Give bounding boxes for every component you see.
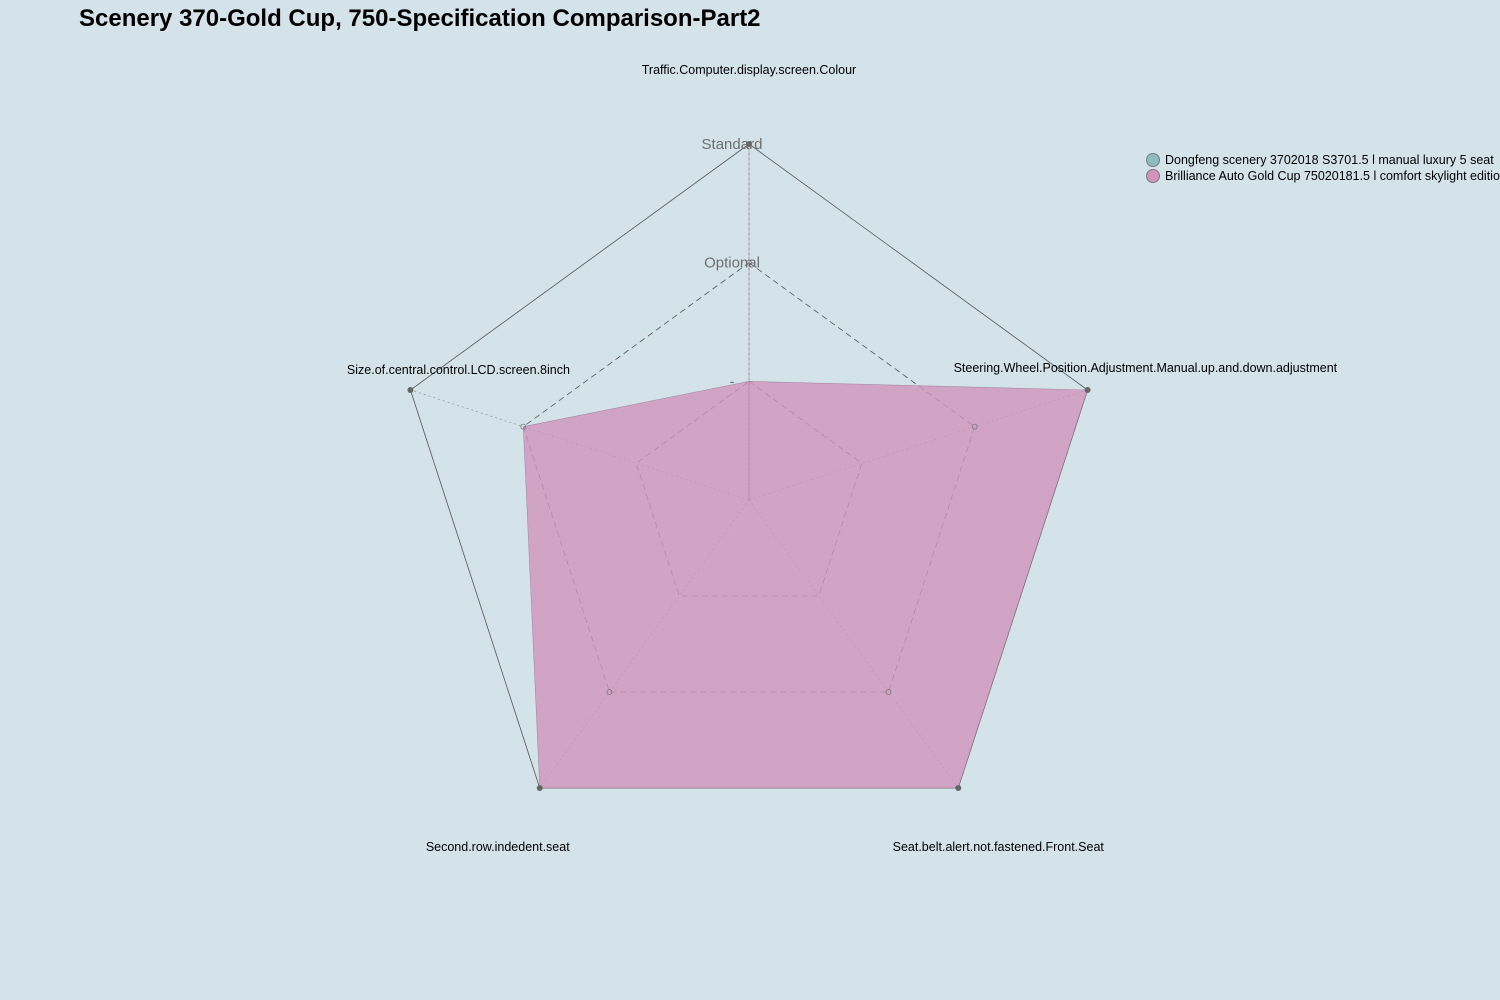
axis-label: Size.of.central.control.LCD.screen.8inch (347, 363, 570, 377)
legend-item: Brilliance Auto Gold Cup 75020181.5 l co… (1146, 168, 1500, 184)
level-label: Standard (702, 136, 763, 153)
legend-label: Dongfeng scenery 3702018 S3701.5 l manua… (1165, 153, 1494, 167)
vertex-marker-outer (536, 785, 543, 792)
legend-label: Brilliance Auto Gold Cup 75020181.5 l co… (1165, 169, 1500, 183)
axis-label: Steering.Wheel.Position.Adjustment.Manua… (954, 361, 1338, 375)
axis-label: Traffic.Computer.display.screen.Colour (642, 63, 856, 77)
legend-item: Dongfeng scenery 3702018 S3701.5 l manua… (1146, 152, 1500, 168)
level-label: Optional (704, 255, 760, 272)
vertex-marker-outer (1084, 386, 1091, 393)
series-area-2 (523, 381, 1088, 789)
legend-swatch-series-1 (1146, 153, 1160, 167)
vertex-marker-outer (955, 785, 962, 792)
axis-label: Second.row.indedent.seat (426, 840, 570, 854)
legend-swatch-series-2 (1146, 169, 1160, 183)
axis-label: Seat.belt.alert.not.fastened.Front.Seat (893, 840, 1105, 854)
radar-chart: Standard Optional - Traffic.Computer.displa… (347, 63, 1338, 854)
vertex-marker-outer (407, 386, 414, 393)
legend: Dongfeng scenery 3702018 S3701.5 l manua… (1146, 152, 1500, 184)
level-label: - (730, 373, 735, 390)
